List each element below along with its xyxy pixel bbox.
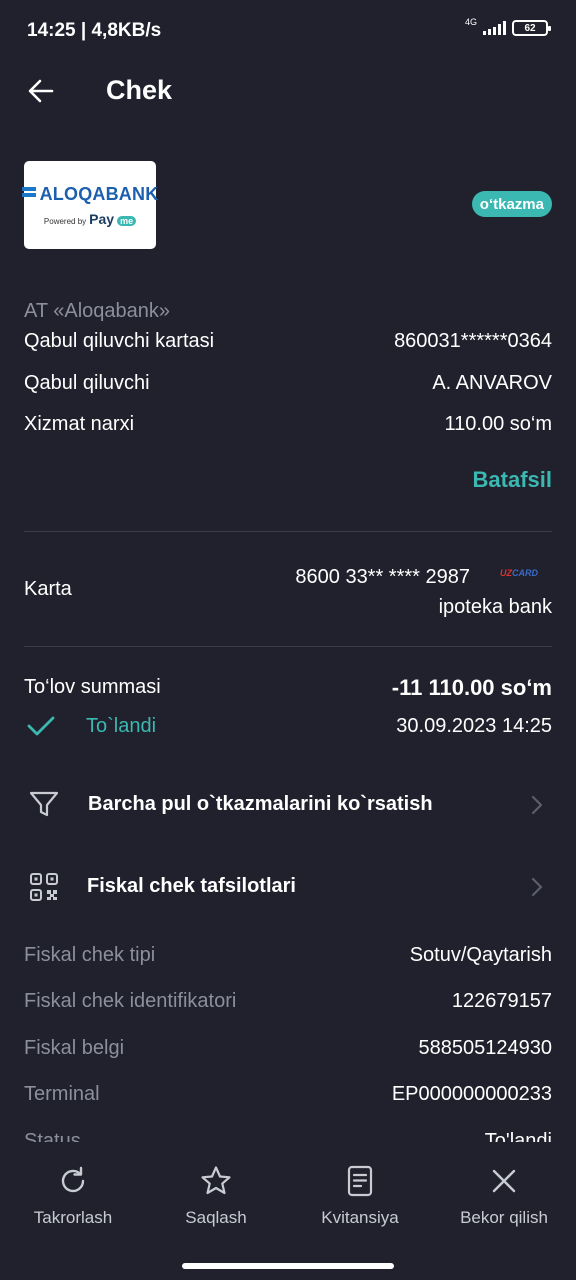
fiscal-id-value: 122679157 — [451, 990, 552, 1012]
logo-mark-icon — [21, 187, 36, 201]
logo-powered: Powered by — [43, 216, 87, 226]
fiscal-type-value: Sotuv/Qaytarish — [409, 944, 552, 966]
show-all-transfers-label: Barcha pul o`tkazmalarini ko`rsatish — [88, 793, 433, 815]
terminal-label: Terminal — [24, 1083, 100, 1105]
show-all-transfers-row[interactable]: Barcha pul o`tkazmalarini ko`rsatish — [0, 775, 576, 835]
fiscal-id-label: Fiskal chek identifikatori — [24, 990, 237, 1012]
chevron-right-icon — [531, 877, 543, 897]
details-link[interactable]: Batafsil — [473, 467, 552, 493]
fiscal-type-label: Fiskal chek tipi — [24, 944, 156, 966]
status-time: 14:25 | 4,8KB/s — [27, 20, 162, 41]
save-label: Saqlash — [185, 1208, 247, 1227]
card-label: Karta — [24, 578, 72, 600]
network-type: 4G — [464, 16, 477, 27]
service-fee-label: Xizmat narxi — [24, 413, 135, 435]
star-icon — [201, 1166, 231, 1195]
cancel-button[interactable]: Bekor qilish — [454, 1164, 554, 1228]
refresh-icon — [61, 1166, 85, 1193]
receipt-button[interactable]: Kvitansiya — [312, 1164, 408, 1228]
payment-status: To`landi — [86, 715, 157, 737]
payment-datetime: 30.09.2023 14:25 — [396, 715, 552, 737]
receipt-label: Kvitansiya — [321, 1208, 399, 1227]
divider — [24, 646, 552, 647]
bottom-action-bar: Takrorlash Saqlash Kvitansiya Bekor qili… — [0, 1142, 576, 1280]
repeat-label: Takrorlash — [33, 1208, 113, 1227]
card-number: 8600 33** **** 2987 — [295, 566, 470, 588]
card-bank: ipoteka bank — [438, 596, 552, 618]
uzcard-logo: UZCARD — [500, 568, 538, 578]
document-icon — [347, 1165, 373, 1197]
status-value: To'landi — [484, 1130, 552, 1142]
status-indicators: 4G 62 — [464, 16, 551, 36]
uzcard-name: CARD — [512, 568, 538, 578]
recipient-value: A. ANVAROV — [432, 372, 552, 394]
logo-pay: Pay — [89, 210, 115, 227]
recipient-card-label: Qabul qiluvchi kartasi — [24, 330, 215, 352]
payment-amount: -11 110.00 so‘m — [391, 675, 552, 700]
divider — [24, 531, 552, 532]
transaction-type-badge: o‘tkazma — [471, 191, 552, 217]
battery-icon: 62 — [512, 20, 551, 36]
fiscal-sign-label: Fiskal belgi — [24, 1037, 125, 1059]
qr-code-icon — [30, 873, 58, 901]
check-icon — [27, 716, 55, 736]
save-button[interactable]: Saqlash — [168, 1164, 264, 1228]
cancel-label: Bekor qilish — [460, 1208, 548, 1227]
recipient-card-value: 860031******0364 — [394, 330, 552, 352]
logo-name: ALOQABANK — [39, 183, 159, 204]
logo-me: me — [117, 215, 137, 226]
arrow-left-icon[interactable] — [24, 74, 58, 108]
terminal-value: EP000000000233 — [391, 1083, 552, 1105]
close-icon — [492, 1169, 516, 1193]
signal-icon — [483, 21, 506, 35]
recipient-label: Qabul qiluvchi — [24, 372, 150, 394]
fiscal-sign-value: 588505124930 — [418, 1037, 552, 1059]
service-fee-value: 110.00 so‘m — [444, 413, 552, 435]
page-title: Chek — [106, 75, 173, 105]
company-name: AT «Aloqabank» — [24, 300, 171, 322]
status-label: Status — [24, 1130, 81, 1142]
uzcard-prefix: UZ — [500, 568, 512, 578]
home-indicator[interactable] — [182, 1263, 394, 1269]
merchant-logo: ALOQABANK Powered by Pay me — [21, 161, 159, 249]
clipped-row: Status To'landi — [0, 1130, 576, 1142]
battery-level: 62 — [524, 22, 536, 34]
payment-amount-label: To‘lov summasi — [24, 676, 161, 698]
fiscal-details-label: Fiskal chek tafsilotlari — [87, 875, 296, 897]
chevron-right-icon — [531, 795, 543, 815]
repeat-button[interactable]: Takrorlash — [25, 1164, 121, 1228]
fiscal-details-row[interactable]: Fiskal chek tafsilotlari — [0, 857, 576, 917]
filter-icon — [29, 791, 59, 817]
